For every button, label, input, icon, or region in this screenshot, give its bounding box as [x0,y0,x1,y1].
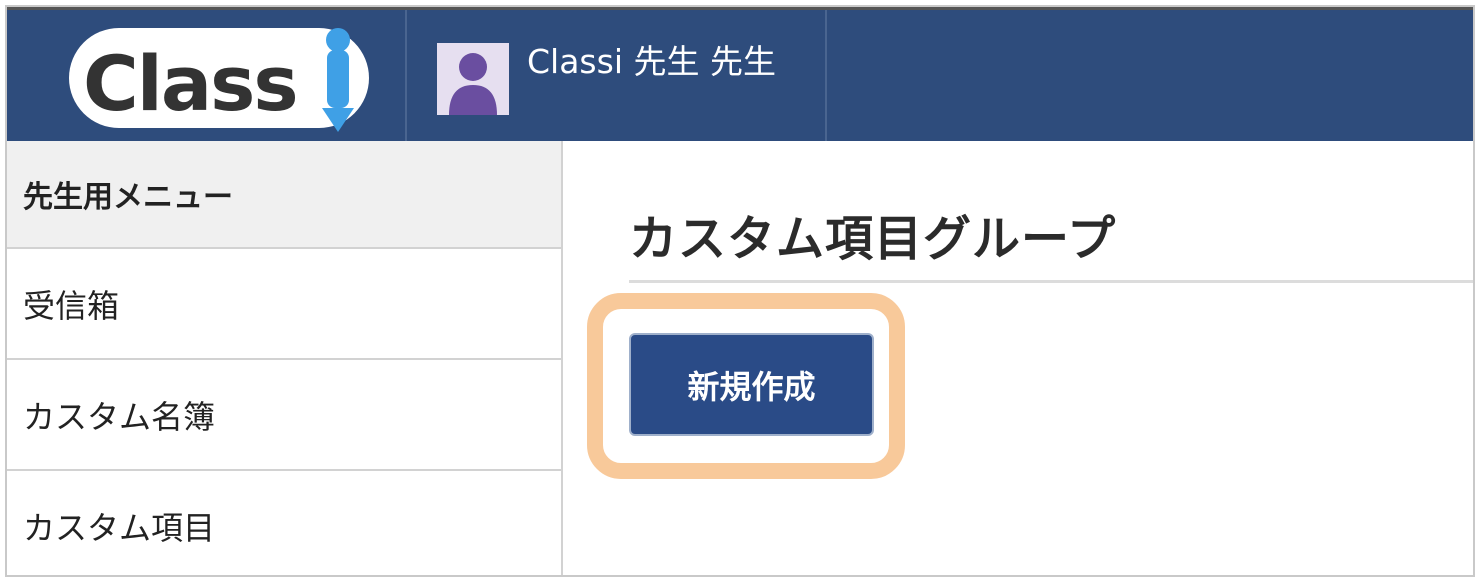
sidebar-item-inbox[interactable]: 受信箱 [7,249,561,360]
sidebar: 先生用メニュー 受信箱 カスタム名簿 カスタム項目 [7,141,563,575]
svg-text:Class: Class [83,39,297,128]
classi-logo: Class [69,28,369,132]
user-avatar-icon [437,43,509,115]
page-title: カスタム項目グループ [629,211,1117,267]
user-name: Classi 先生 先生 [527,42,776,81]
sidebar-item-custom-fields[interactable]: カスタム項目 [7,471,561,575]
sidebar-heading: 先生用メニュー [7,141,561,249]
user-area[interactable]: Classi 先生 先生 [407,10,827,141]
sidebar-item-custom-roster[interactable]: カスタム名簿 [7,360,561,471]
top-header: Class Classi 先生 先生 [7,7,1473,141]
title-divider [629,280,1473,283]
logo-area[interactable]: Class [7,10,407,141]
create-new-button[interactable]: 新規作成 [629,333,874,436]
app-window: Class Classi 先生 先生 先生用メニュー 受信箱 カスタム名簿 カス… [5,5,1475,577]
main-content: カスタム項目グループ 新規作成 [563,141,1473,575]
